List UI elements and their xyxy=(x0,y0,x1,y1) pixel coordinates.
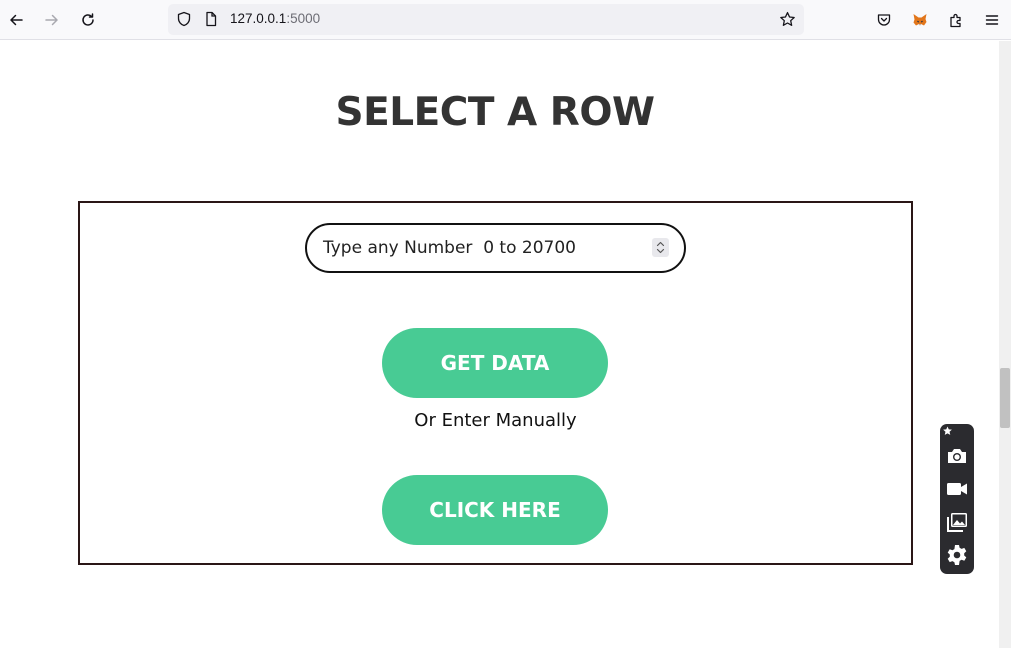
row-number-placeholder: Type any Number 0 to 20700 xyxy=(323,238,576,258)
row-select-panel: Type any Number 0 to 20700 GET DATA Or E… xyxy=(78,201,913,565)
url-text[interactable]: 127.0.0.1:5000 xyxy=(230,11,320,26)
metamask-fox-icon[interactable] xyxy=(909,9,931,31)
page-title: SELECT A ROW xyxy=(335,90,656,135)
page-scrollbar[interactable] xyxy=(999,41,1011,648)
get-data-button[interactable]: GET DATA xyxy=(382,328,608,398)
reload-icon[interactable] xyxy=(77,9,99,31)
settings-gear-icon[interactable] xyxy=(945,543,969,567)
bookmark-star-icon[interactable] xyxy=(779,11,796,28)
pin-icon[interactable] xyxy=(942,426,953,437)
click-here-button[interactable]: CLICK HERE xyxy=(382,475,608,545)
scrollbar-thumb[interactable] xyxy=(1000,368,1010,428)
row-number-input[interactable]: Type any Number 0 to 20700 xyxy=(305,223,686,273)
extensions-icon[interactable] xyxy=(945,9,967,31)
address-bar[interactable]: 127.0.0.1:5000 xyxy=(168,4,804,35)
capture-widget xyxy=(940,424,974,574)
or-enter-manually-text: Or Enter Manually xyxy=(414,410,577,431)
number-spinner[interactable] xyxy=(652,238,669,257)
url-host: 127.0.0.1 xyxy=(230,11,287,26)
page-content: SELECT A ROW Type any Number 0 to 20700 … xyxy=(0,41,999,648)
page-icon[interactable] xyxy=(203,11,219,27)
camera-icon[interactable] xyxy=(945,444,969,468)
gallery-icon[interactable] xyxy=(945,510,969,534)
video-camera-icon[interactable] xyxy=(945,477,969,501)
shield-icon[interactable] xyxy=(176,11,192,27)
menu-icon[interactable] xyxy=(981,9,1003,31)
pocket-icon[interactable] xyxy=(873,9,895,31)
url-port: :5000 xyxy=(286,11,321,26)
forward-arrow-icon[interactable] xyxy=(41,9,63,31)
back-arrow-icon[interactable] xyxy=(5,9,27,31)
browser-toolbar: 127.0.0.1:5000 xyxy=(0,0,1011,40)
